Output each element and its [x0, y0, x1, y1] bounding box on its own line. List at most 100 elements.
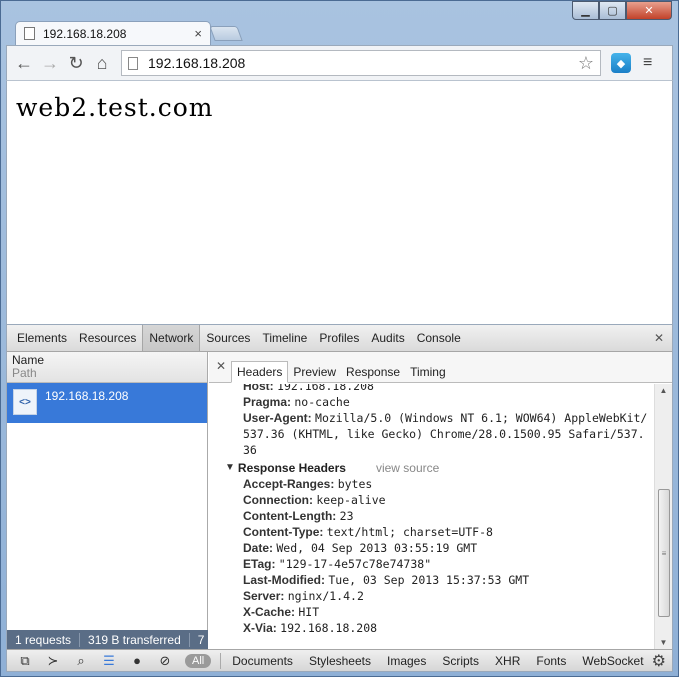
dock-icon[interactable]: ⧉ [11, 651, 39, 671]
forward-arrow-icon[interactable]: → [37, 50, 63, 76]
url-text[interactable]: 192.168.18.208 [148, 55, 578, 71]
request-details: ✕ Headers Preview Response Timing Host: … [209, 352, 672, 649]
scrollbar-thumb[interactable]: ≡ [658, 489, 670, 617]
request-count: 1 requests [7, 632, 81, 647]
header-key: Server: [243, 589, 285, 603]
tab-audits[interactable]: Audits [365, 325, 410, 351]
header-value: text/html; charset=UTF-8 [326, 525, 493, 539]
tab-headers[interactable]: Headers [231, 361, 289, 383]
filter-fonts[interactable]: Fonts [528, 654, 574, 668]
header-value: no-cache [294, 395, 350, 409]
scroll-down-icon[interactable]: ▼ [655, 638, 672, 647]
transferred-size: 319 B transferred [80, 632, 190, 647]
tab-timeline[interactable]: Timeline [256, 325, 313, 351]
page-body-text: web2.test.com [16, 93, 214, 122]
filter-documents[interactable]: Documents [224, 654, 301, 668]
settings-gear-icon[interactable]: ⚙ [652, 651, 666, 671]
header-key: Last-Modified: [243, 573, 325, 587]
tab-response[interactable]: Response [341, 362, 405, 382]
tab-resources[interactable]: Resources [73, 325, 142, 351]
header-row: Connection: keep-alive [243, 492, 650, 508]
filter-stylesheets[interactable]: Stylesheets [301, 654, 379, 668]
extension-icon[interactable]: ◆ [611, 53, 631, 73]
request-name: 192.168.18.208 [45, 389, 129, 403]
list-view-icon[interactable]: ☰ [95, 651, 123, 671]
header-key: Content-Length: [243, 509, 337, 523]
header-value: bytes [337, 477, 373, 491]
request-row[interactable]: <> 192.168.18.208 [7, 383, 207, 423]
bookmark-star-icon[interactable]: ☆ [578, 53, 594, 74]
new-tab-button[interactable] [209, 26, 243, 41]
header-key: Accept-Ranges: [243, 477, 335, 491]
record-icon[interactable]: ● [123, 651, 151, 671]
tab-close-icon[interactable]: × [194, 26, 202, 41]
header-key: Date: [243, 541, 274, 555]
divider [220, 652, 222, 669]
header-value: Tue, 03 Sep 2013 15:37:53 GMT [328, 573, 530, 587]
network-summary: 1 requests 319 B transferred 7 [7, 630, 208, 649]
close-details-icon[interactable]: ✕ [216, 359, 226, 373]
back-arrow-icon[interactable]: ← [11, 50, 37, 76]
tab-sources[interactable]: Sources [200, 325, 256, 351]
filter-scripts[interactable]: Scripts [434, 654, 487, 668]
header-row: ETag: "129-17-4e57c78e74738" [243, 556, 650, 572]
address-bar[interactable]: 192.168.18.208 ☆ [121, 50, 601, 76]
header-row: Pragma: no-cache [243, 394, 650, 410]
header-value: 192.168.18.208 [280, 621, 378, 635]
close-window-button[interactable]: ✕ [626, 1, 672, 20]
name-column-header[interactable]: Name Path [7, 352, 207, 383]
header-row: Last-Modified: Tue, 03 Sep 2013 15:37:53… [243, 572, 650, 588]
window-controls: ▁ ▢ ✕ [572, 1, 672, 20]
console-drawer-icon[interactable]: ≻ [39, 651, 67, 671]
devtools-panel: Elements Resources Network Sources Timel… [6, 324, 673, 672]
tab-profiles[interactable]: Profiles [313, 325, 365, 351]
header-key: Content-Type: [243, 525, 324, 539]
header-value: 23 [339, 509, 354, 523]
header-row: Server: nginx/1.4.2 [243, 588, 650, 604]
header-key: X-Via: [243, 621, 277, 635]
html-document-icon: <> [13, 389, 37, 415]
menu-icon[interactable]: ≡ [643, 54, 652, 72]
header-value: nginx/1.4.2 [287, 589, 364, 603]
header-row: Content-Type: text/html; charset=UTF-8 [243, 524, 650, 540]
filter-images[interactable]: Images [379, 654, 434, 668]
filter-all[interactable]: All [185, 653, 212, 668]
header-row: Accept-Ranges: bytes [243, 476, 650, 492]
tab-timing[interactable]: Timing [405, 362, 451, 382]
header-key: ETag: [243, 557, 276, 571]
headers-list: Host: 192.168.18.208 Pragma: no-cache Us… [209, 384, 654, 649]
tab-network[interactable]: Network [142, 325, 201, 351]
vertical-scrollbar[interactable]: ▲ ≡ ▼ [654, 384, 672, 649]
filter-websockets[interactable]: WebSocket [574, 654, 651, 668]
search-icon[interactable]: ⌕ [67, 651, 95, 671]
name-column-label: Name [12, 353, 45, 367]
header-value: 192.168.18.208 [277, 384, 374, 393]
tab-elements[interactable]: Elements [11, 325, 73, 351]
header-key: Pragma: [243, 395, 292, 409]
header-row: X-Cache: HIT [243, 604, 650, 620]
network-body: Name Path <> 192.168.18.208 1 requests 3… [7, 352, 672, 649]
header-value: "129-17-4e57c78e74738" [278, 557, 432, 571]
browser-tab[interactable]: 192.168.18.208 × [15, 21, 211, 45]
header-key: Host: [243, 384, 274, 393]
clear-icon[interactable]: ⊘ [151, 651, 179, 671]
view-source-link[interactable]: view source [376, 460, 439, 476]
filter-xhr[interactable]: XHR [487, 654, 528, 668]
maximize-button[interactable]: ▢ [599, 1, 626, 20]
request-list: Name Path <> 192.168.18.208 1 requests 3… [7, 352, 208, 649]
home-icon[interactable]: ⌂ [89, 50, 115, 76]
browser-window: ▁ ▢ ✕ 192.168.18.208 × ← → ↻ ⌂ 192.168.1… [0, 0, 679, 677]
close-devtools-icon[interactable]: ✕ [654, 331, 664, 345]
details-tab-bar: ✕ Headers Preview Response Timing [209, 352, 672, 383]
tab-preview[interactable]: Preview [288, 362, 341, 382]
response-headers-section[interactable]: ▼ Response Headers view source [225, 460, 650, 476]
header-row: X-Via: 192.168.18.208 [243, 620, 650, 636]
reload-icon[interactable]: ↻ [63, 50, 89, 76]
page-content: web2.test.com [6, 81, 673, 324]
collapse-triangle-icon[interactable]: ▼ [225, 460, 235, 476]
header-value: keep-alive [316, 493, 386, 507]
minimize-button[interactable]: ▁ [572, 1, 599, 20]
scroll-up-icon[interactable]: ▲ [655, 386, 672, 395]
header-key: Connection: [243, 493, 313, 507]
tab-console[interactable]: Console [411, 325, 467, 351]
